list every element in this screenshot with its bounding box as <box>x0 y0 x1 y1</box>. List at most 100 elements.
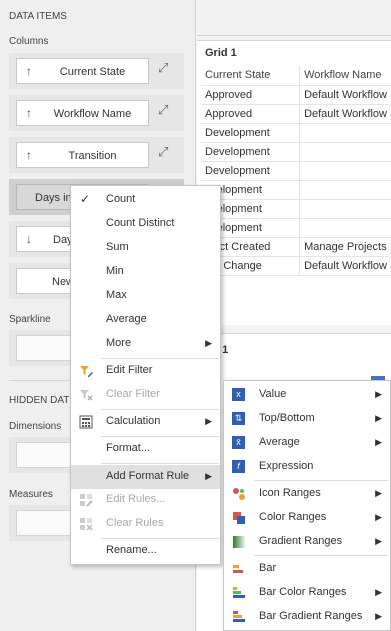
menu-item-edit-filter[interactable]: Edit Filter <box>71 360 220 382</box>
average-rule-icon: x̄ <box>232 436 245 449</box>
menu-item-label: Rename... <box>106 544 157 556</box>
submenu-arrow-icon: ▶ <box>375 389 382 399</box>
trend-icon[interactable]: ⤢ <box>158 102 168 118</box>
table-row[interactable]: oject Created Manage Projects <box>201 237 391 257</box>
column-item-current-state[interactable]: ↑ Current State ⤢ <box>9 53 184 89</box>
menu-item-label: Calculation <box>106 415 161 427</box>
submenu-item-average[interactable]: x̄ Average ▶ <box>224 432 390 454</box>
table-row[interactable]: evelopment <box>201 199 391 219</box>
submenu-item-gradient-ranges[interactable]: Gradient Ranges ▶ <box>224 531 390 553</box>
grid-item[interactable]: Grid 1 Current State Workflow Name Appro… <box>197 40 391 325</box>
submenu-arrow-icon: ▶ <box>205 416 212 426</box>
icon-ranges-icon <box>233 488 245 500</box>
clear-rules-icon <box>80 518 93 531</box>
menu-item-label: Bar Color Ranges <box>259 586 347 598</box>
table-row[interactable]: Approved Default Workflow <box>201 85 391 105</box>
submenu-arrow-icon: ▶ <box>375 413 382 423</box>
column-item-workflow-name[interactable]: ↑ Workflow Name ⤢ <box>9 95 184 131</box>
menu-item-count[interactable]: ✓ Count <box>71 189 220 211</box>
sparkline-header: Sparkline <box>9 314 51 325</box>
sort-ascending-icon: ↑ <box>26 106 32 120</box>
edit-rules-icon <box>80 494 93 507</box>
menu-item-label: Average <box>259 436 300 448</box>
menu-item-label: Add Format Rule <box>106 470 190 482</box>
calculator-icon <box>79 415 93 429</box>
menu-item-clear-rules[interactable]: Clear Rules <box>71 513 220 535</box>
dimensions-header: Dimensions <box>9 421 62 432</box>
edit-filter-icon <box>80 366 93 377</box>
top-bottom-rule-icon: ⇅ <box>232 412 245 425</box>
submenu-item-icon-ranges[interactable]: Icon Ranges ▶ <box>224 483 390 505</box>
menu-item-max[interactable]: Max <box>71 285 220 307</box>
submenu-arrow-icon: ▶ <box>375 488 382 498</box>
bar-color-ranges-icon <box>233 587 245 598</box>
menu-item-label: Color Ranges <box>259 511 327 523</box>
menu-separator <box>254 480 388 481</box>
column-header[interactable]: Workflow Name <box>299 66 391 86</box>
sort-ascending-icon: ↑ <box>26 148 32 162</box>
menu-item-calculation[interactable]: Calculation ▶ <box>71 411 220 433</box>
menu-item-add-format-rule[interactable]: Add Format Rule ▶ <box>71 465 220 489</box>
grid-table: Current State Workflow Name Approved Defa… <box>201 66 391 276</box>
menu-item-count-distinct[interactable]: Count Distinct <box>71 213 220 235</box>
submenu-arrow-icon: ▶ <box>375 611 382 621</box>
table-row[interactable]: Development <box>201 161 391 181</box>
grid-header-row: Current State Workflow Name <box>201 66 391 86</box>
menu-item-rename[interactable]: Rename... <box>71 540 220 562</box>
table-row[interactable]: evelopment <box>201 180 391 200</box>
column-header[interactable]: Current State <box>201 66 301 86</box>
column-button[interactable]: ↑ Workflow Name <box>16 100 149 126</box>
gradient-ranges-icon <box>233 536 245 548</box>
menu-separator <box>101 436 219 437</box>
context-menu: ✓ Count Count Distinct Sum Min Max Avera… <box>70 185 221 565</box>
column-button[interactable]: ↑ Current State <box>16 58 149 84</box>
menu-item-label: Clear Rules <box>106 517 164 529</box>
submenu-item-color-ranges[interactable]: Color Ranges ▶ <box>224 507 390 529</box>
trend-icon[interactable]: ⤢ <box>158 60 168 76</box>
column-item-transition[interactable]: ↑ Transition ⤢ <box>9 137 184 173</box>
table-cell <box>299 199 391 219</box>
table-cell <box>299 123 391 143</box>
submenu-arrow-icon: ▶ <box>375 587 382 597</box>
bar-gradient-ranges-icon <box>233 611 245 622</box>
table-cell: Default Workflow <box>299 104 391 124</box>
submenu-item-bar-color-ranges[interactable]: Bar Color Ranges ▶ <box>224 582 390 604</box>
submenu-arrow-icon: ▶ <box>375 512 382 522</box>
menu-separator <box>254 555 388 556</box>
table-row[interactable]: Development <box>201 123 391 143</box>
menu-separator <box>101 463 219 464</box>
submenu-arrow-icon: ▶ <box>375 536 382 546</box>
table-row[interactable]: evelopment <box>201 218 391 238</box>
menu-item-more[interactable]: More ▶ <box>71 333 220 355</box>
submenu-arrow-icon: ▶ <box>205 471 212 481</box>
menu-item-clear-filter[interactable]: Clear Filter <box>71 384 220 406</box>
color-ranges-icon <box>233 512 245 524</box>
submenu-item-value[interactable]: x Value ▶ <box>224 384 390 406</box>
table-row[interactable]: Approved Default Workflow <box>201 104 391 124</box>
table-cell: Development <box>201 142 301 162</box>
menu-item-edit-rules[interactable]: Edit Rules... <box>71 489 220 511</box>
submenu-item-bar[interactable]: Bar <box>224 558 390 580</box>
menu-item-label: Edit Filter <box>106 364 153 376</box>
menu-item-average[interactable]: Average <box>71 309 220 331</box>
data-items-header: DATA ITEMS <box>9 11 67 22</box>
trend-icon[interactable]: ⤢ <box>158 144 168 160</box>
submenu-item-top-bottom[interactable]: ⇅ Top/Bottom ▶ <box>224 408 390 430</box>
menu-item-sum[interactable]: Sum <box>71 237 220 259</box>
table-cell: Default Workflow <box>299 85 391 105</box>
menu-item-label: Clear Filter <box>106 388 160 400</box>
menu-separator <box>101 409 219 410</box>
column-button[interactable]: ↑ Transition <box>16 142 149 168</box>
menu-item-format[interactable]: Format... <box>71 438 220 460</box>
table-cell <box>299 218 391 238</box>
table-row[interactable]: ser Change Default Workflow <box>201 256 391 276</box>
sort-ascending-icon: ↑ <box>26 64 32 78</box>
toolbar-area <box>197 0 391 36</box>
table-cell <box>299 161 391 181</box>
menu-item-label: Count <box>106 193 136 205</box>
table-row[interactable]: Development <box>201 142 391 162</box>
menu-item-min[interactable]: Min <box>71 261 220 283</box>
menu-item-label: Value <box>259 388 287 400</box>
submenu-item-bar-gradient-ranges[interactable]: Bar Gradient Ranges ▶ <box>224 606 390 628</box>
submenu-item-expression[interactable]: f Expression <box>224 456 390 478</box>
